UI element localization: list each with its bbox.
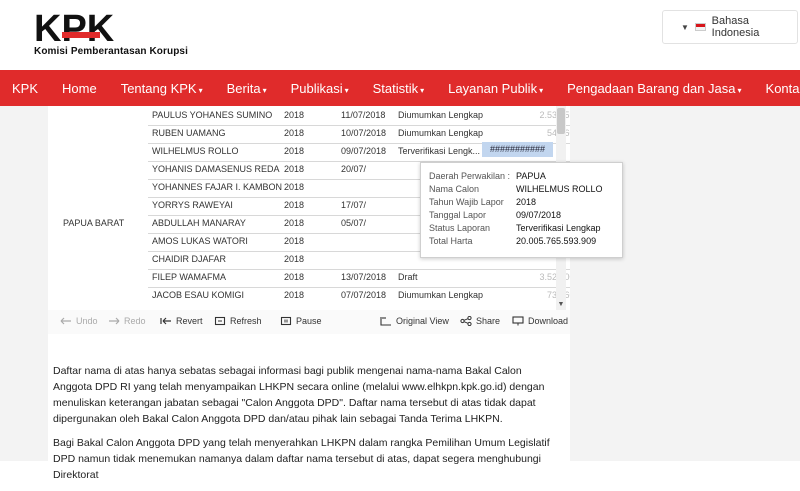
kpk-logo[interactable]: KPK Komisi Pemberantasan Korupsi [34,10,188,57]
main-nav: KPK Home Tentang KPK ▾ Berita ▾ Publikasi ▾… [0,70,800,106]
cell-status: Terverifikasi Lengk... [398,146,481,156]
content-area: PAULUS YOHANES SUMINO 2018 11/07/2018 Di… [0,106,800,481]
original-view-button[interactable]: Original View [380,316,449,326]
tooltip-row: Status Laporan Terverifikasi Lengkap [429,223,601,233]
cell-date: 10/07/2018 [341,128,387,138]
region-label: PAPUA BARAT [63,218,125,228]
cell-name: AMOS LUKAS WATORI [152,236,248,246]
undo-button[interactable]: Undo [60,316,98,326]
nav-layanan-publik[interactable]: Layanan Publik ▾ [436,81,555,96]
cell-status: Diumumkan Lengkap [398,128,484,138]
cell-name: FILEP WAMAFMA [152,272,227,282]
tooltip-row: Tanggal Lapor 09/07/2018 [429,210,562,220]
info-paragraph-2: Bagi Bakal Calon Anggota DPD yang telah … [53,437,550,481]
cell-year: 2018 [284,290,305,300]
info-text: Daftar nama di atas hanya sebatas sebaga… [53,363,555,491]
cell-year: 2018 [284,254,305,264]
table-row[interactable]: PAULUS YOHANES SUMINO 2018 11/07/2018 Di… [148,106,570,126]
tooltip-row: Nama Calon WILHELMUS ROLLO [429,184,603,194]
cell-year: 2018 [284,164,305,174]
nav-kpk[interactable]: KPK [0,81,50,96]
caret-down-icon: ▼ [681,22,689,32]
cell-name: YOHANIS DAMASENUS REDA [152,164,280,174]
info-paragraph-1: Daftar nama di atas hanya sebatas sebaga… [53,365,545,425]
nav-tentang-kpk[interactable]: Tentang KPK ▾ [109,81,215,96]
pause-button[interactable]: Pause [280,316,322,326]
cell-date: 11/07/2018 [341,110,386,120]
cell-date: 20/07/ [341,164,367,174]
cell-year: 2018 [284,110,305,120]
site-header: KPK Komisi Pemberantasan Korupsi ▼ Bahas… [0,0,800,70]
cell-year: 2018 [284,182,305,192]
cell-year: 2018 [284,200,305,210]
cell-name: CHAIDIR DJAFAR [152,254,227,264]
indonesia-flag-icon [694,23,706,31]
main-panel: PAULUS YOHANES SUMINO 2018 11/07/2018 Di… [48,106,623,481]
cell-date: 07/07/2018 [341,290,387,300]
dropdown-arrow-icon: ▾ [262,85,267,95]
cell-name: JACOB ESAU KOMIGI [152,290,245,300]
dropdown-arrow-icon: ▾ [198,85,203,95]
cell-status: Diumumkan Lengkap [398,290,484,300]
nav-pengadaan[interactable]: Pengadaan Barang dan Jasa ▾ [555,81,753,96]
logo-mark: KPK [34,10,138,44]
cell-name: PAULUS YOHANES SUMINO [152,110,273,120]
cell-name: YORRYS RAWEYAI [152,200,233,210]
table-row[interactable]: JACOB ESAU KOMIGI 2018 07/07/2018 Diumum… [148,286,570,305]
language-label: Bahasa Indonesia [711,15,760,39]
data-tooltip: Daerah Perwakilan : PAPUA Nama Calon WILHE… [420,162,623,258]
nav-berita[interactable]: Berita ▾ [215,81,279,96]
dropdown-arrow-icon: ▾ [539,85,544,95]
cell-status: Draft [398,272,418,282]
cell-name: ABDULLAH MANARAY [152,218,246,228]
cell-year: 2018 [284,272,305,282]
logo-text: KPK [34,10,115,44]
dropdown-arrow-icon: ▾ [344,85,349,95]
cell-name: RUBEN UAMANG [152,128,226,138]
language-selector[interactable]: ▼ Bahasa Indonesia [662,10,798,44]
original-view-icon [380,317,391,326]
scrollbar-thumb[interactable] [557,108,565,134]
cell-year: 2018 [284,146,305,156]
cell-name: WILHELMUS ROLLO [152,146,239,156]
revert-button[interactable]: Revert [160,316,203,326]
share-icon [460,316,472,326]
viz-toolbar: Undo Redo Revert Refresh Pause Original … [48,310,570,334]
cell-year: 2018 [284,236,305,246]
nav-home[interactable]: Home [50,81,109,96]
dropdown-arrow-icon: ▾ [420,85,425,95]
tooltip-row: Tahun Wajib Lapor 2018 [429,197,537,207]
table-row[interactable]: RUBEN UAMANG 2018 10/07/2018 Diumumkan L… [148,124,570,144]
highlighted-value-cell[interactable]: ########### [482,142,553,157]
undo-icon [60,317,71,325]
dropdown-arrow-icon: ▾ [737,85,742,95]
redo-icon [109,317,120,325]
scroll-down-icon[interactable]: ▼ [556,301,566,308]
tooltip-row: Daerah Perwakilan : PAPUA [429,171,546,181]
cell-year: 2018 [284,128,305,138]
share-button[interactable]: Share [460,316,500,326]
cell-name: YOHANNES FAJAR I. KAMBON [152,182,283,192]
tooltip-row: Total Harta 20.005.765.593.909 [429,236,597,246]
cell-date: 13/07/2018 [341,272,387,282]
download-icon [512,316,524,326]
cell-date: 17/07/ [341,200,367,210]
nav-publikasi[interactable]: Publikasi ▾ [279,81,361,96]
pause-icon [280,316,292,326]
logo-subtitle: Komisi Pemberantasan Korupsi [34,46,188,57]
cell-year: 2018 [284,218,305,228]
download-button[interactable]: Download [512,316,568,326]
revert-icon [160,317,171,325]
nav-statistik[interactable]: Statistik ▾ [361,81,437,96]
refresh-button[interactable]: Refresh [214,316,262,326]
cell-date: 09/07/2018 [341,146,387,156]
table-row[interactable]: FILEP WAMAFMA 2018 13/07/2018 Draft 3.52… [148,268,570,288]
nav-kontak-kami[interactable]: Kontak Kami [754,81,800,96]
cell-date: 05/07/ [341,218,367,228]
refresh-icon [214,316,226,326]
cell-status: Diumumkan Lengkap [398,110,484,120]
redo-button[interactable]: Redo [108,316,146,326]
